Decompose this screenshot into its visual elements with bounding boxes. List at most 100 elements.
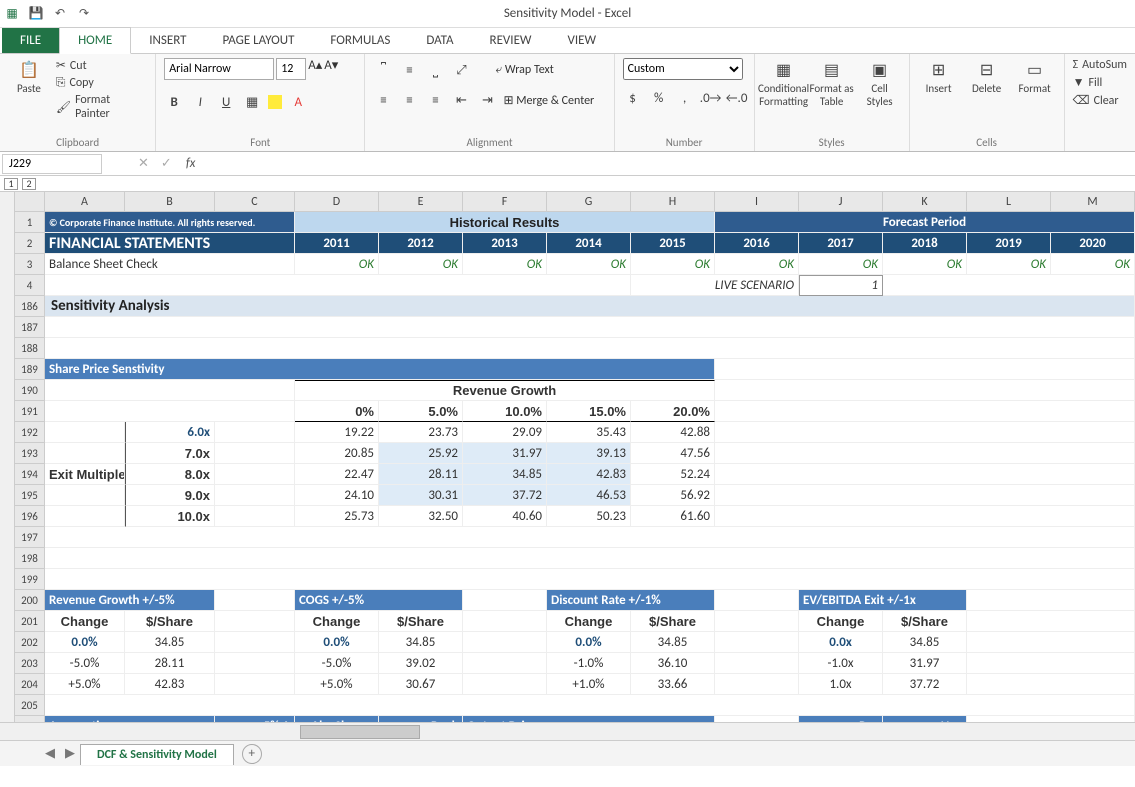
col-header[interactable]: E (379, 192, 463, 212)
row-header[interactable]: 188 (15, 338, 45, 359)
undo-icon[interactable]: ↶ (52, 6, 68, 22)
cell[interactable]: 7.0x (125, 443, 215, 464)
cell[interactable]: 5.0% (379, 401, 463, 422)
cell[interactable] (45, 695, 1135, 716)
cell[interactable] (45, 527, 1135, 548)
cell[interactable]: 25.92 (379, 443, 463, 464)
cell[interactable] (215, 443, 295, 464)
horizontal-scrollbar[interactable] (0, 722, 1135, 740)
row-header[interactable]: 200 (15, 590, 45, 611)
cell[interactable]: 34.85 (379, 632, 463, 653)
row-header[interactable]: 194 (15, 464, 45, 485)
number-format-select[interactable]: Custom (623, 58, 743, 80)
cell[interactable]: -5.0% (45, 653, 125, 674)
cell[interactable] (463, 611, 547, 632)
cell[interactable] (715, 359, 1135, 380)
cell[interactable]: 39.13 (547, 443, 631, 464)
col-header[interactable]: D (295, 192, 379, 212)
increase-decimal-icon[interactable]: .0→ (701, 88, 721, 108)
cell[interactable]: Share Price Senstivity (45, 359, 715, 380)
cell[interactable] (45, 317, 1135, 338)
cell[interactable]: 20.0% (631, 401, 715, 422)
cell[interactable]: $/Share (379, 611, 463, 632)
cell[interactable] (883, 275, 1135, 296)
tab-page-layout[interactable]: PAGE LAYOUT (205, 28, 313, 53)
cell[interactable] (215, 590, 295, 611)
underline-button[interactable]: U (216, 92, 236, 112)
bold-button[interactable]: B (164, 92, 184, 112)
row-header[interactable]: 203 (15, 653, 45, 674)
row-header[interactable]: 193 (15, 443, 45, 464)
fill-button[interactable]: ▼ Fill (1073, 75, 1127, 90)
cell[interactable]: 15.0% (547, 401, 631, 422)
tab-review[interactable]: REVIEW (472, 28, 550, 53)
cell[interactable] (715, 506, 1135, 527)
tab-file[interactable]: FILE (2, 28, 59, 53)
cell[interactable]: 42.88 (631, 422, 715, 443)
cell[interactable]: 2020 (1051, 233, 1135, 254)
col-header[interactable]: M (1051, 192, 1135, 212)
cell[interactable]: 22.47 (295, 464, 379, 485)
cell[interactable] (45, 380, 295, 401)
cell[interactable]: 9.0x (125, 485, 215, 506)
tab-insert[interactable]: INSERT (131, 28, 204, 53)
fx-icon[interactable]: fx (186, 156, 196, 171)
align-bottom-icon[interactable]: ⎵ (425, 60, 445, 80)
cell[interactable]: +1.0% (547, 674, 631, 695)
row-header[interactable]: 2 (15, 233, 45, 254)
cell[interactable]: 2011 (295, 233, 379, 254)
cell[interactable] (715, 611, 799, 632)
cell[interactable] (215, 674, 295, 695)
cell[interactable] (463, 590, 547, 611)
row-header[interactable]: 191 (15, 401, 45, 422)
cell[interactable] (967, 653, 1135, 674)
cell[interactable]: -1.0x (799, 653, 883, 674)
cell[interactable] (45, 506, 125, 527)
cell[interactable]: +5.0% (295, 674, 379, 695)
cell[interactable]: 37.72 (883, 674, 967, 695)
increase-font-icon[interactable]: A▴ (308, 58, 322, 80)
tab-view[interactable]: VIEW (550, 28, 615, 53)
cell[interactable] (967, 611, 1135, 632)
cell[interactable]: 2019 (967, 233, 1051, 254)
cell[interactable]: 10.0% (463, 401, 547, 422)
cell[interactable]: 2014 (547, 233, 631, 254)
enter-icon[interactable]: ✓ (161, 156, 172, 171)
cell[interactable]: OK (547, 254, 631, 275)
cell[interactable] (215, 653, 295, 674)
percent-icon[interactable]: % (649, 88, 669, 108)
currency-icon[interactable]: $ (623, 88, 643, 108)
cancel-icon[interactable]: ✕ (138, 156, 149, 171)
cell[interactable]: 36.10 (631, 653, 715, 674)
cell[interactable]: 8.0x (125, 464, 215, 485)
cell[interactable]: OK (715, 254, 799, 275)
align-top-icon[interactable]: ⎴ (373, 60, 393, 80)
align-left-icon[interactable]: ≡ (373, 90, 393, 110)
cell[interactable] (45, 443, 125, 464)
cell[interactable]: COGS +/-5% (295, 590, 463, 611)
cell[interactable]: OK (1051, 254, 1135, 275)
cell[interactable]: $/Share (631, 611, 715, 632)
col-header[interactable]: L (967, 192, 1051, 212)
cell[interactable] (967, 590, 1135, 611)
row-header[interactable]: 1 (15, 212, 45, 233)
delete-cells-button[interactable]: ⊟Delete (966, 58, 1008, 95)
cell[interactable]: © Corporate Finance Institute. All right… (45, 212, 295, 233)
cell[interactable] (715, 464, 1135, 485)
cell[interactable] (215, 632, 295, 653)
cell[interactable] (715, 590, 799, 611)
row-header[interactable]: 190 (15, 380, 45, 401)
scroll-thumb[interactable] (300, 725, 420, 739)
cell[interactable]: OK (967, 254, 1051, 275)
format-cells-button[interactable]: ▭Format (1014, 58, 1056, 95)
cell[interactable] (215, 611, 295, 632)
add-sheet-button[interactable]: + (242, 744, 262, 764)
cell[interactable]: OK (883, 254, 967, 275)
cell[interactable]: 42.83 (547, 464, 631, 485)
cell[interactable]: 2018 (883, 233, 967, 254)
cell[interactable]: 0.0% (45, 632, 125, 653)
col-header[interactable]: A (45, 192, 125, 212)
cut-button[interactable]: ✂Cut (56, 58, 147, 73)
cell[interactable]: 0.0% (547, 632, 631, 653)
cell[interactable]: 23.73 (379, 422, 463, 443)
